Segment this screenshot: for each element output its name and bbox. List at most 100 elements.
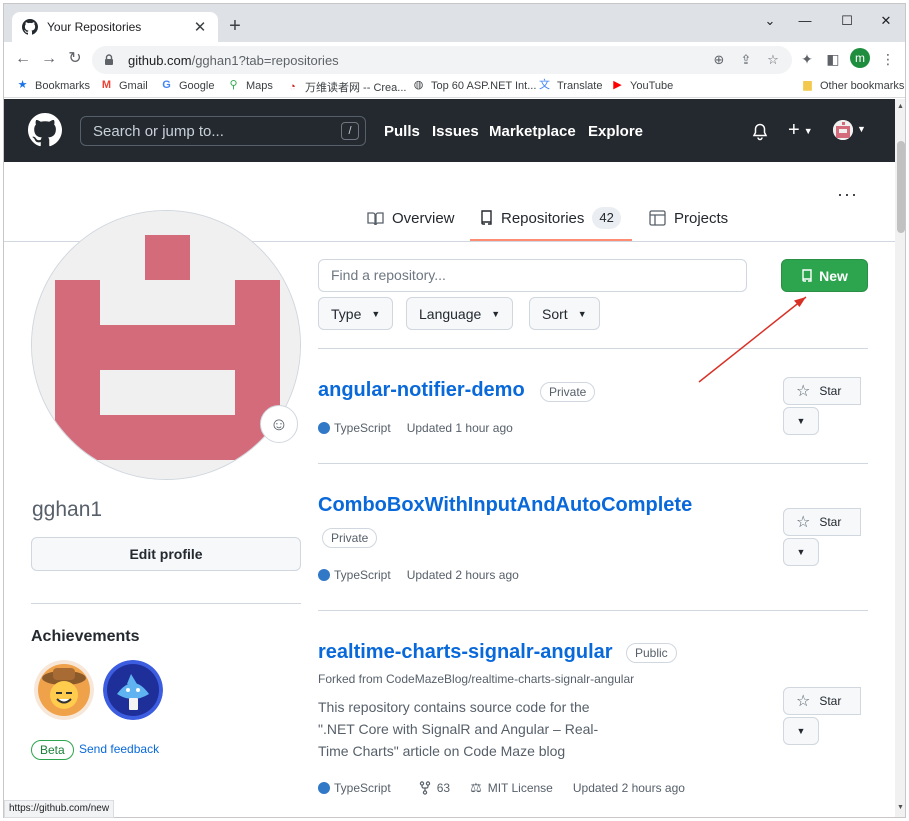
notifications-bell-icon[interactable]	[752, 123, 768, 141]
repo-meta: TypeScript Updated 2 hours ago	[318, 568, 519, 582]
scrollbar-thumb[interactable]	[897, 141, 905, 233]
tab-overview-label: Overview	[392, 210, 455, 227]
bookmark-label: Google	[179, 80, 214, 92]
star-list-dropdown[interactable]: ▼	[783, 407, 819, 435]
maximize-button[interactable]: ☐	[827, 10, 867, 32]
book-icon	[367, 211, 384, 226]
sort-filter-label: Sort	[542, 306, 568, 322]
sort-filter-dropdown[interactable]: Sort▼	[529, 297, 600, 330]
star-button[interactable]: ☆Star	[783, 508, 861, 536]
set-status-emoji-button[interactable]: ☺	[260, 405, 298, 443]
repo-link-realtime-charts-signalr-angular[interactable]: realtime-charts-signalr-angular	[318, 641, 613, 664]
browser-window: Your Repositories ✕ + ⌄ — ☐ ✕ ← → ↻ gith…	[3, 3, 906, 818]
caret-down-icon: ▼	[491, 309, 500, 319]
language-color-dot	[318, 569, 330, 581]
repo-updated: Updated 1 hour ago	[407, 421, 513, 435]
chrome-profile-avatar[interactable]: m	[850, 48, 870, 68]
nav-pulls[interactable]: Pulls	[384, 123, 420, 140]
law-scale-icon: ⚖	[470, 780, 482, 796]
zoom-icon[interactable]: ⊕	[709, 50, 729, 70]
bookmark-star-icon[interactable]: ☆	[763, 50, 783, 70]
achievement-badge-cowboy-icon[interactable]	[34, 660, 94, 720]
visibility-label: Private	[540, 382, 595, 402]
tab-close-icon[interactable]: ✕	[192, 18, 208, 36]
nav-issues[interactable]: Issues	[432, 123, 479, 140]
scroll-down-arrow-icon[interactable]: ▼	[897, 804, 904, 811]
repo-icon	[480, 210, 493, 226]
share-icon[interactable]: ⇪	[736, 50, 756, 70]
fork-icon	[419, 781, 431, 795]
browser-tab-your-repositories[interactable]: Your Repositories ✕	[12, 12, 218, 42]
find-repository-input[interactable]: Find a repository...	[318, 259, 747, 292]
back-arrow-icon[interactable]: ←	[12, 48, 34, 70]
new-repository-button[interactable]: New	[781, 259, 868, 292]
nav-marketplace[interactable]: Marketplace	[489, 123, 576, 140]
achievement-badge-shark-icon[interactable]	[103, 660, 163, 720]
profile-page: ··· Overview Repositories 42 Projects	[4, 162, 895, 804]
close-window-button[interactable]: ✕	[866, 10, 906, 32]
star-list-dropdown[interactable]: ▼	[783, 538, 819, 566]
new-tab-button[interactable]: +	[223, 14, 247, 38]
github-search-input[interactable]: Search or jump to... /	[80, 116, 366, 146]
address-bar[interactable]: github.com/gghan1?tab=repositories	[92, 46, 792, 74]
google-icon: G	[160, 79, 173, 92]
send-feedback-link[interactable]: Send feedback	[79, 742, 159, 756]
github-logo-icon[interactable]	[28, 113, 62, 147]
repo-forks-count[interactable]: 63	[437, 781, 450, 795]
type-filter-dropdown[interactable]: Type▼	[318, 297, 393, 330]
edit-profile-button[interactable]: Edit profile	[31, 537, 301, 571]
visibility-label: Private	[322, 528, 377, 548]
star-icon: ★	[16, 79, 29, 92]
tab-repositories-label: Repositories	[501, 210, 584, 227]
forked-from-link[interactable]: Forked from CodeMazeBlog/realtime-charts…	[318, 672, 634, 686]
repo-updated: Updated 2 hours ago	[407, 568, 519, 582]
bookmark-label: 万维读者网 -- Crea...	[305, 79, 406, 95]
caret-down-icon: ▼	[371, 309, 380, 319]
user-avatar-menu[interactable]	[833, 120, 853, 140]
language-filter-label: Language	[419, 306, 481, 322]
create-new-plus-icon[interactable]: +▼	[788, 119, 813, 142]
minimize-button[interactable]: —	[785, 10, 825, 32]
tab-overview[interactable]: Overview	[367, 206, 455, 230]
repo-link-angular-notifier-demo[interactable]: angular-notifier-demo	[318, 379, 525, 402]
forward-arrow-icon[interactable]: →	[38, 48, 60, 70]
bookmark-aspnet[interactable]: ◍Top 60 ASP.NET Int...	[412, 79, 536, 92]
repo-icon	[801, 269, 813, 283]
page-scrollbar[interactable]: ▲ ▼	[895, 99, 906, 818]
repo-language: TypeScript	[334, 781, 391, 795]
project-table-icon	[649, 210, 666, 226]
maps-icon: ⚲	[227, 79, 240, 92]
link-status-bubble: https://github.com/new	[4, 800, 114, 818]
bookmark-google[interactable]: G Google	[160, 79, 214, 92]
language-filter-dropdown[interactable]: Language ▼	[406, 297, 513, 330]
nav-explore[interactable]: Explore	[588, 123, 643, 140]
profile-username: gghan1	[32, 498, 102, 522]
star-list-dropdown[interactable]: ▼	[783, 717, 819, 745]
chrome-menu-icon[interactable]: ⋮	[878, 49, 898, 69]
bookmark-label: Gmail	[119, 80, 148, 92]
repo-license: MIT License	[488, 781, 553, 795]
bookmark-translate[interactable]: 文Translate	[538, 79, 602, 92]
other-bookmarks[interactable]: ▆Other bookmarks	[801, 79, 904, 92]
scroll-up-arrow-icon[interactable]: ▲	[897, 103, 904, 110]
bookmark-youtube[interactable]: ▶YouTube	[611, 79, 673, 92]
star-button[interactable]: ☆Star	[783, 687, 861, 715]
search-shortcut-key: /	[341, 122, 359, 140]
profile-avatar[interactable]	[31, 210, 301, 480]
repo-divider	[318, 610, 868, 611]
avatar-caret-icon[interactable]: ▼	[857, 124, 866, 134]
tab-search-chevron-icon[interactable]: ⌄	[750, 10, 790, 32]
language-color-dot	[318, 422, 330, 434]
bookmark-wenxuecity[interactable]: ◔万维读者网 -- Crea...	[286, 79, 406, 95]
reload-icon[interactable]: ↻	[64, 48, 86, 70]
tab-repositories[interactable]: Repositories 42	[480, 206, 621, 230]
repo-meta: TypeScript 63 ⚖ MIT License Updated 2 ho…	[318, 780, 685, 796]
bookmark-bookmarks[interactable]: ★Bookmarks	[16, 79, 90, 92]
bookmark-gmail[interactable]: MGmail	[100, 79, 148, 92]
tab-projects[interactable]: Projects	[649, 206, 728, 230]
repo-link-comboboxwithinputandautocomplete[interactable]: ComboBoxWithInputAndAutoComplete	[318, 494, 692, 517]
extensions-puzzle-icon[interactable]: ✦	[797, 49, 817, 69]
url-host: github.com	[128, 53, 192, 68]
side-panel-icon[interactable]: ◧	[823, 49, 843, 69]
bookmark-maps[interactable]: ⚲Maps	[227, 79, 273, 92]
